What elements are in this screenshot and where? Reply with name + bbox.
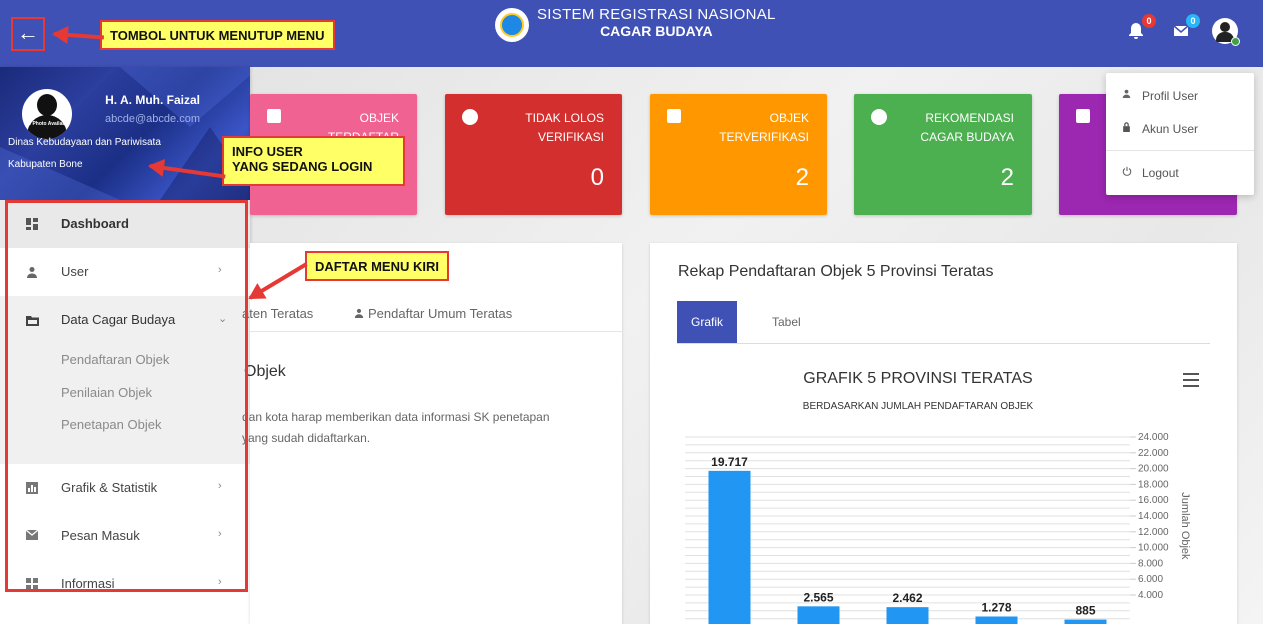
y-tick-label: 12.000: [1138, 527, 1169, 538]
arrow-left-icon: ←: [17, 20, 39, 45]
power-icon: [1122, 166, 1132, 179]
user-info-panel: No Photo Available H. A. Muh. Faizal abc…: [0, 67, 250, 200]
y-tick-label: 14.000: [1138, 511, 1169, 522]
y-tick-label: 4.000: [1138, 590, 1163, 601]
cancel-icon: [462, 109, 478, 125]
callout-close-menu: TOMBOL UNTUK MENUTUP MENU: [100, 20, 335, 50]
y-tick-label: 8.000: [1138, 558, 1163, 569]
y-tick-label: 18.000: [1138, 479, 1169, 490]
tab-kabupaten-teratas[interactable]: aten Teratas: [242, 306, 313, 321]
data-label: 19.717: [711, 455, 748, 469]
y-tick-label: 20.000: [1138, 464, 1169, 475]
y-axis-label: Jumlah Objek: [1179, 492, 1191, 560]
brand: SISTEM REGISTRASI NASIONAL CAGAR BUDAYA: [495, 6, 776, 42]
notification-button[interactable]: 0: [1128, 14, 1156, 42]
y-tick-label: 22.000: [1138, 448, 1169, 459]
app-title-line2: CAGAR BUDAYA: [600, 23, 713, 39]
user-email: abcde@abcde.com: [105, 113, 200, 125]
y-tick-label: 10.000: [1138, 543, 1169, 554]
chart-subtitle: BERDASARKAN JUMLAH PENDAFTARAN OBJEK: [802, 401, 1034, 412]
right-panel-title: Rekap Pendaftaran Objek 5 Provinsi Terat…: [678, 263, 994, 280]
user-dropdown-menu: Profil User Akun User Logout: [1106, 73, 1254, 195]
bar: [708, 470, 751, 624]
data-label: 2.462: [892, 591, 922, 605]
chart-title: GRAFIK 5 PROVINSI TERATAS: [803, 370, 1033, 387]
notification-badge: 0: [1142, 14, 1156, 28]
close-menu-button[interactable]: ←: [11, 17, 45, 51]
user-avatar-button[interactable]: [1212, 18, 1240, 46]
bar: [886, 607, 929, 624]
logo-icon: [495, 8, 529, 42]
data-label: 1.278: [981, 601, 1011, 615]
app-title-line1: SISTEM REGISTRASI NASIONAL: [537, 6, 776, 23]
y-tick-label: 16.000: [1138, 495, 1169, 506]
tab-pendaftar-umum[interactable]: Pendaftar Umum Teratas: [368, 306, 512, 321]
person-icon: [354, 306, 364, 321]
left-panel: aten Teratas Pendaftar Umum Teratas Obje…: [242, 243, 622, 624]
online-status-dot: [1231, 37, 1240, 46]
card-rekomendasi[interactable]: REKOMENDASI CAGAR BUDAYA 2: [854, 94, 1032, 215]
tag-icon: [1076, 109, 1090, 123]
callout-left-menu: DAFTAR MENU KIRI: [305, 251, 449, 281]
panel-text-2: yang sudah didaftarkan.: [242, 431, 371, 445]
data-label: 2.565: [803, 590, 833, 604]
avatar: No Photo Available: [22, 89, 72, 139]
card-objek-terverifikasi[interactable]: OBJEK TERVERIFIKASI 2: [650, 94, 827, 215]
tab-divider: [677, 343, 1210, 344]
left-menu-highlight: [5, 200, 248, 592]
chart-menu-button[interactable]: [1183, 373, 1199, 391]
tab-grafik[interactable]: Grafik: [677, 301, 737, 343]
message-badge: 0: [1186, 14, 1200, 28]
shield-check-icon: [871, 109, 887, 125]
bar: [1064, 619, 1107, 624]
callout-user-info: INFO USER YANG SEDANG LOGIN: [222, 136, 405, 186]
person-icon: [1122, 89, 1131, 101]
user-name: H. A. Muh. Faizal: [105, 93, 200, 107]
dropdown-divider: [1106, 150, 1254, 151]
panel-text-1: dan kota harap memberikan data informasi…: [242, 410, 550, 424]
user-organization: Dinas Kebudayaan dan Pariwisata: [8, 137, 161, 148]
bell-icon: [1129, 23, 1143, 39]
verified-clipboard-icon: [667, 109, 681, 123]
add-box-icon: [267, 109, 281, 123]
tab-tabel[interactable]: Tabel: [772, 315, 801, 329]
data-label: 885: [1075, 604, 1095, 618]
message-button[interactable]: 0: [1172, 14, 1200, 42]
card-tidak-lolos[interactable]: TIDAK LOLOS VERIFIKASI 0: [445, 94, 622, 215]
bar: [975, 616, 1018, 624]
panel-heading: Objek: [244, 363, 286, 380]
lock-icon: [1122, 122, 1131, 135]
card-value: 2: [795, 164, 809, 191]
card-value: 2: [1000, 164, 1014, 191]
card-value: 0: [590, 164, 604, 191]
user-region: Kabupaten Bone: [8, 159, 83, 170]
bar: [797, 606, 840, 624]
y-tick-label: 6.000: [1138, 574, 1163, 585]
bar-chart: 4.000 6.000 8.000 10.000 12.000 14.000 16.000 1…: [685, 432, 1191, 624]
y-tick-label: 24.000: [1138, 432, 1169, 443]
